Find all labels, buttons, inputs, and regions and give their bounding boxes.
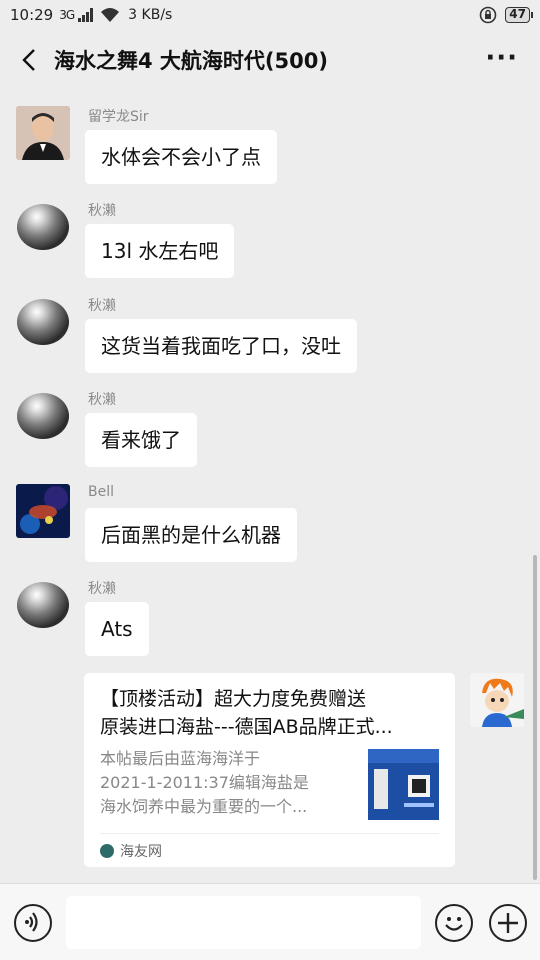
- emoji-icon[interactable]: [435, 904, 473, 942]
- card-desc-line2: 2021-1-2011:37编辑海盐是: [100, 773, 309, 792]
- battery-icon: 47: [505, 7, 533, 23]
- status-time: 10:29: [10, 6, 54, 24]
- message-bubble[interactable]: 13l 水左右吧: [85, 224, 235, 278]
- message-bubble[interactable]: 水体会不会小了点: [85, 130, 277, 184]
- sender-name: Bell: [88, 484, 114, 500]
- page-title: 海水之舞4 大航海时代(500): [54, 49, 328, 73]
- voice-icon[interactable]: [14, 904, 52, 942]
- card-divider: [100, 833, 439, 834]
- back-arrow-icon[interactable]: [0, 30, 50, 90]
- card-title-line2: 原装进口海盐---德国AB品牌正式...: [100, 716, 393, 738]
- message-bubble[interactable]: 后面黑的是什么机器: [85, 508, 297, 562]
- sender-name: 秋濑: [88, 581, 116, 597]
- avatar[interactable]: [16, 295, 70, 349]
- my-avatar[interactable]: [470, 673, 524, 727]
- card-title-line1: 【顶楼活动】超大力度免费赠送: [100, 688, 367, 710]
- source-icon: [100, 844, 114, 858]
- card-thumbnail: [368, 749, 439, 820]
- card-source-name: 海友网: [120, 844, 162, 860]
- more-icon[interactable]: ···: [485, 45, 518, 71]
- message-bubble[interactable]: 这货当着我面吃了口，没吐: [85, 319, 357, 373]
- message-input[interactable]: [66, 896, 421, 949]
- scrollbar[interactable]: [533, 555, 537, 880]
- sender-name: 秋濑: [88, 298, 116, 314]
- avatar[interactable]: [16, 106, 70, 160]
- message-bubble[interactable]: 看来饿了: [85, 413, 197, 467]
- card-description: 本帖最后由蓝海海洋于 2021-1-2011:37编辑海盐是 海水饲养中最为重要…: [100, 747, 350, 819]
- input-bar: [0, 883, 540, 960]
- signal-bars-icon: [78, 8, 94, 22]
- avatar[interactable]: [16, 484, 70, 538]
- signal-icon: 3G: [59, 8, 75, 22]
- link-card[interactable]: 【顶楼活动】超大力度免费赠送 原装进口海盐---德国AB品牌正式... 本帖最后…: [84, 673, 455, 867]
- sender-name: 留学龙Sir: [88, 109, 149, 125]
- wifi-icon: [101, 8, 120, 22]
- card-desc-line1: 本帖最后由蓝海海洋于: [100, 749, 261, 768]
- status-bar: 10:29 3G 3 KB/s 47: [0, 0, 540, 30]
- message-bubble[interactable]: Ats: [85, 602, 149, 656]
- chat-header: 海水之舞4 大航海时代(500) ···: [0, 30, 540, 90]
- avatar[interactable]: [16, 200, 70, 254]
- sender-name: 秋濑: [88, 392, 116, 408]
- plus-icon[interactable]: [489, 904, 527, 942]
- card-desc-line3: 海水饲养中最为重要的一个...: [100, 797, 308, 816]
- card-source: 海友网: [100, 841, 162, 861]
- avatar[interactable]: [16, 389, 70, 443]
- lock-rotation-icon: [479, 6, 497, 24]
- network-speed: 3 KB/s: [128, 7, 173, 23]
- sender-name: 秋濑: [88, 203, 116, 219]
- avatar[interactable]: [16, 578, 70, 632]
